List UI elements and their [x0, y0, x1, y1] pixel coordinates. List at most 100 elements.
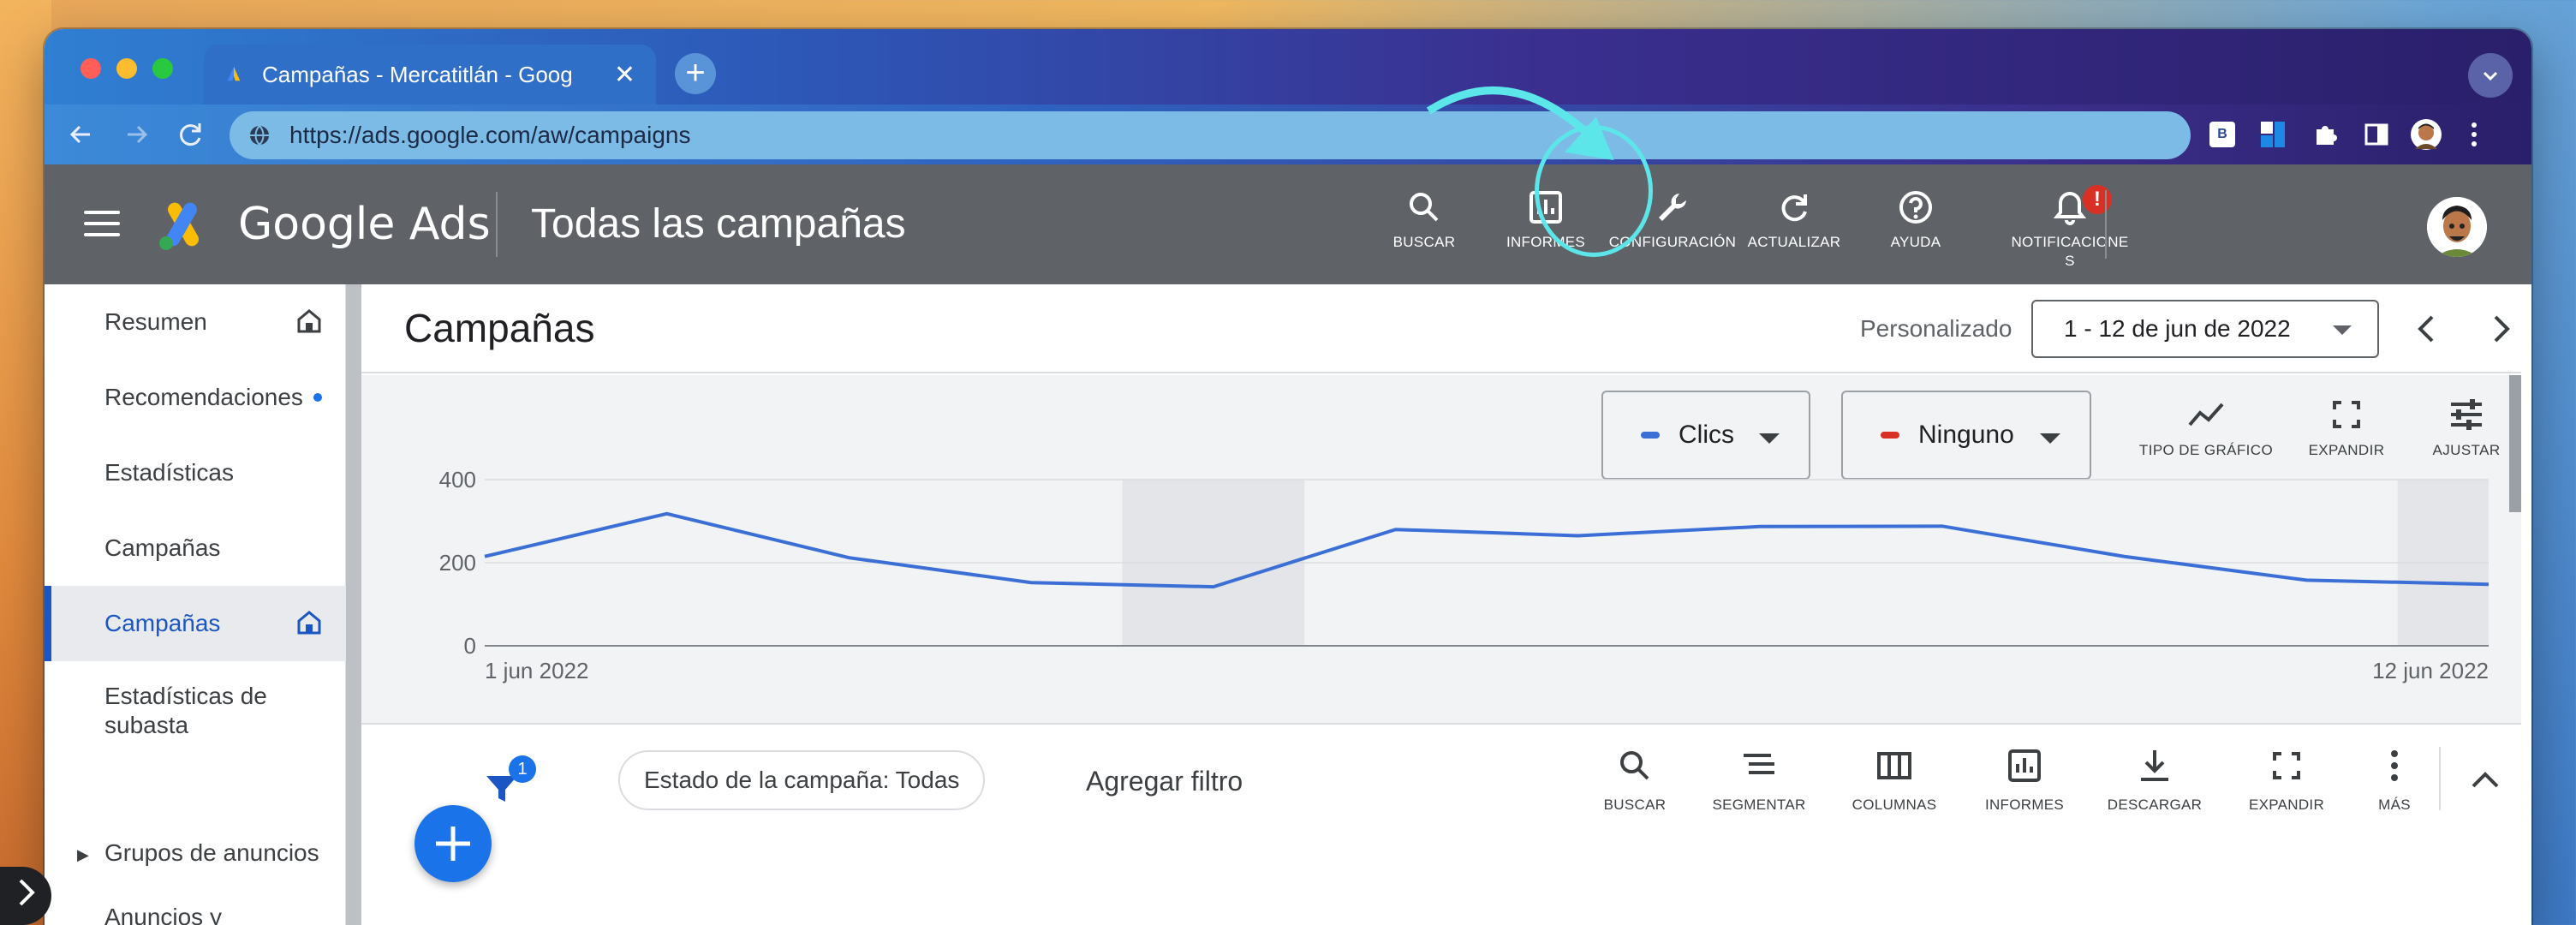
- new-tab-button[interactable]: +: [675, 53, 716, 94]
- user-avatar-icon: [2427, 197, 2487, 257]
- header-divider: [496, 192, 498, 257]
- metric-primary-label: Clics: [1679, 421, 1734, 449]
- arrow-left-icon: [69, 125, 90, 144]
- segment-button[interactable]: SEGMENTAR: [1699, 747, 1819, 814]
- page-title: Todas las campañas: [531, 201, 906, 247]
- metric-select-primary[interactable]: Clics: [1601, 391, 1810, 480]
- chevron-right-icon: [19, 879, 35, 906]
- header-help-label: AYUDA: [1890, 234, 1941, 250]
- reload-button[interactable]: [171, 115, 211, 154]
- sidebar-item-label: Estadísticas de: [104, 683, 267, 709]
- line-chart-icon: [2188, 403, 2224, 427]
- main-scrollbar-thumb[interactable]: [2509, 375, 2521, 512]
- home-icon[interactable]: [295, 608, 324, 637]
- chart-expand-button[interactable]: EXPANDIR: [2304, 397, 2389, 459]
- brand-name: Google Ads: [238, 199, 491, 250]
- browser-tab[interactable]: Campañas - Mercatitlán - Goog ✕: [204, 45, 656, 104]
- series-swatch: [1881, 432, 1899, 439]
- collapse-button[interactable]: [2466, 762, 2504, 797]
- download-button[interactable]: DESCARGAR: [2095, 747, 2215, 814]
- header-search-label: BUSCAR: [1392, 234, 1456, 250]
- tune-icon: [2451, 399, 2482, 430]
- main-content: Campañas Personalizado 1 - 12 de jun de …: [361, 284, 2521, 925]
- recommendations-dot: [313, 393, 322, 402]
- maximize-window-button[interactable]: [152, 58, 173, 79]
- previous-period-button[interactable]: [2410, 310, 2444, 356]
- header-notifications-label: NOTIFICACIONE: [2011, 234, 2129, 250]
- side-panel-icon[interactable]: [2360, 118, 2393, 151]
- google-ads-logo-icon: [159, 202, 199, 250]
- filter-chip-label: Estado de la campaña: Todas: [644, 767, 960, 793]
- menu-icon[interactable]: [84, 211, 120, 236]
- extension-b-icon[interactable]: B: [2206, 118, 2239, 151]
- chart-adjust-button[interactable]: AJUSTAR: [2424, 397, 2509, 459]
- expand-icon: [2333, 401, 2360, 428]
- dropdown-arrow-icon: [2333, 325, 2352, 335]
- browser-toolbar: https://ads.google.com/aw/campaigns B: [45, 104, 2531, 164]
- sidebar: Resumen Recomendaciones Estadísticas ▼ C…: [45, 284, 346, 925]
- toolbar-divider: [2439, 747, 2441, 810]
- columns-icon: [1877, 752, 1911, 779]
- columns-button[interactable]: COLUMNAS: [1834, 747, 1954, 814]
- chart-type-label: TIPO DE GRÁFICO: [2138, 442, 2274, 458]
- more-button[interactable]: MÁS: [2352, 747, 2437, 814]
- y-tick-label: 200: [439, 550, 476, 576]
- back-button[interactable]: [62, 115, 101, 154]
- profile-avatar-icon[interactable]: [2410, 118, 2442, 151]
- segment-label: SEGMENTAR: [1712, 797, 1806, 813]
- minimize-window-button[interactable]: [116, 58, 137, 79]
- filter-button[interactable]: 1: [481, 755, 536, 807]
- clicks-line-chart: 0 200 400 1 jun 2022 12 jun 2022: [439, 471, 2490, 683]
- settings-highlight-ring: [1535, 125, 1653, 257]
- tab-search-button[interactable]: [2468, 53, 2513, 98]
- main-title: Campañas: [404, 306, 595, 350]
- header-help-button[interactable]: AYUDA: [1852, 188, 1980, 252]
- sidebar-item-estadisticas-subasta[interactable]: Estadísticas de subasta: [45, 670, 346, 755]
- add-campaign-fab[interactable]: [414, 805, 492, 882]
- table-search-button[interactable]: BUSCAR: [1588, 747, 1682, 814]
- header-notifications-button[interactable]: ! NOTIFICACIONE S: [2006, 185, 2134, 271]
- forward-button[interactable]: [116, 115, 156, 154]
- chevron-down-icon: [2483, 71, 2498, 81]
- header-refresh-button[interactable]: ACTUALIZAR: [1730, 188, 1858, 252]
- puzzle-icon[interactable]: [2309, 118, 2341, 151]
- more-menu-icon[interactable]: [2458, 118, 2490, 151]
- chart-type-button[interactable]: TIPO DE GRÁFICO: [2138, 397, 2275, 459]
- table-expand-button[interactable]: EXPANDIR: [2227, 747, 2346, 814]
- address-bar[interactable]: https://ads.google.com/aw/campaigns: [230, 111, 2191, 159]
- sidebar-item-label: Campañas: [104, 534, 221, 561]
- search-icon: [1410, 193, 1439, 222]
- x-tick-label: 1 jun 2022: [485, 658, 588, 683]
- sidebar-item-label-line2: subasta: [104, 712, 189, 738]
- sidebar-item-grupos-anuncios[interactable]: Grupos de anuncios: [45, 815, 346, 891]
- chevron-right-icon: [2494, 315, 2510, 343]
- header-search-button[interactable]: BUSCAR: [1360, 188, 1488, 252]
- x-tick-label: 12 jun 2022: [2372, 658, 2489, 683]
- chart-area: Clics Ninguno TIPO DE GRÁFICO EXPANDIR A…: [361, 375, 2521, 723]
- sidebar-item-estadisticas[interactable]: Estadísticas: [45, 435, 346, 510]
- tab-close-icon[interactable]: ✕: [614, 60, 635, 90]
- y-tick-label: 0: [464, 633, 476, 659]
- metric-select-secondary[interactable]: Ninguno: [1841, 391, 2091, 480]
- table-reports-button[interactable]: INFORMES: [1965, 747, 2084, 814]
- close-window-button[interactable]: [80, 58, 101, 79]
- sidebar-item-campanas-group[interactable]: Campañas: [45, 510, 346, 586]
- sidebar-item-recomendaciones[interactable]: Recomendaciones: [45, 360, 346, 435]
- tab-strip: Campañas - Mercatitlán - Goog ✕ +: [45, 29, 2531, 104]
- date-range-value: 1 - 12 de jun de 2022: [2064, 315, 2291, 342]
- desktop-wallpaper: [0, 0, 51, 925]
- sidebar-scrollbar[interactable]: [346, 284, 361, 925]
- add-filter-button[interactable]: Agregar filtro: [1086, 766, 1243, 797]
- date-range-select[interactable]: 1 - 12 de jun de 2022: [2031, 300, 2379, 358]
- campaign-status-filter-chip[interactable]: Estado de la campaña: Todas: [618, 750, 986, 810]
- notification-badge: !: [2083, 185, 2112, 214]
- sidebar-item-anuncios-extensiones[interactable]: Anuncios y extensiones: [45, 903, 346, 925]
- table-expand-label: EXPANDIR: [2248, 797, 2325, 813]
- account-avatar[interactable]: [2427, 197, 2487, 257]
- table-search-label: BUSCAR: [1603, 797, 1667, 813]
- more-vert-icon: [2391, 750, 2398, 781]
- next-period-button[interactable]: [2484, 310, 2518, 356]
- home-icon[interactable]: [295, 307, 324, 336]
- dropdown-arrow-icon: [2040, 433, 2060, 444]
- extension-blocks-icon[interactable]: [2257, 118, 2290, 151]
